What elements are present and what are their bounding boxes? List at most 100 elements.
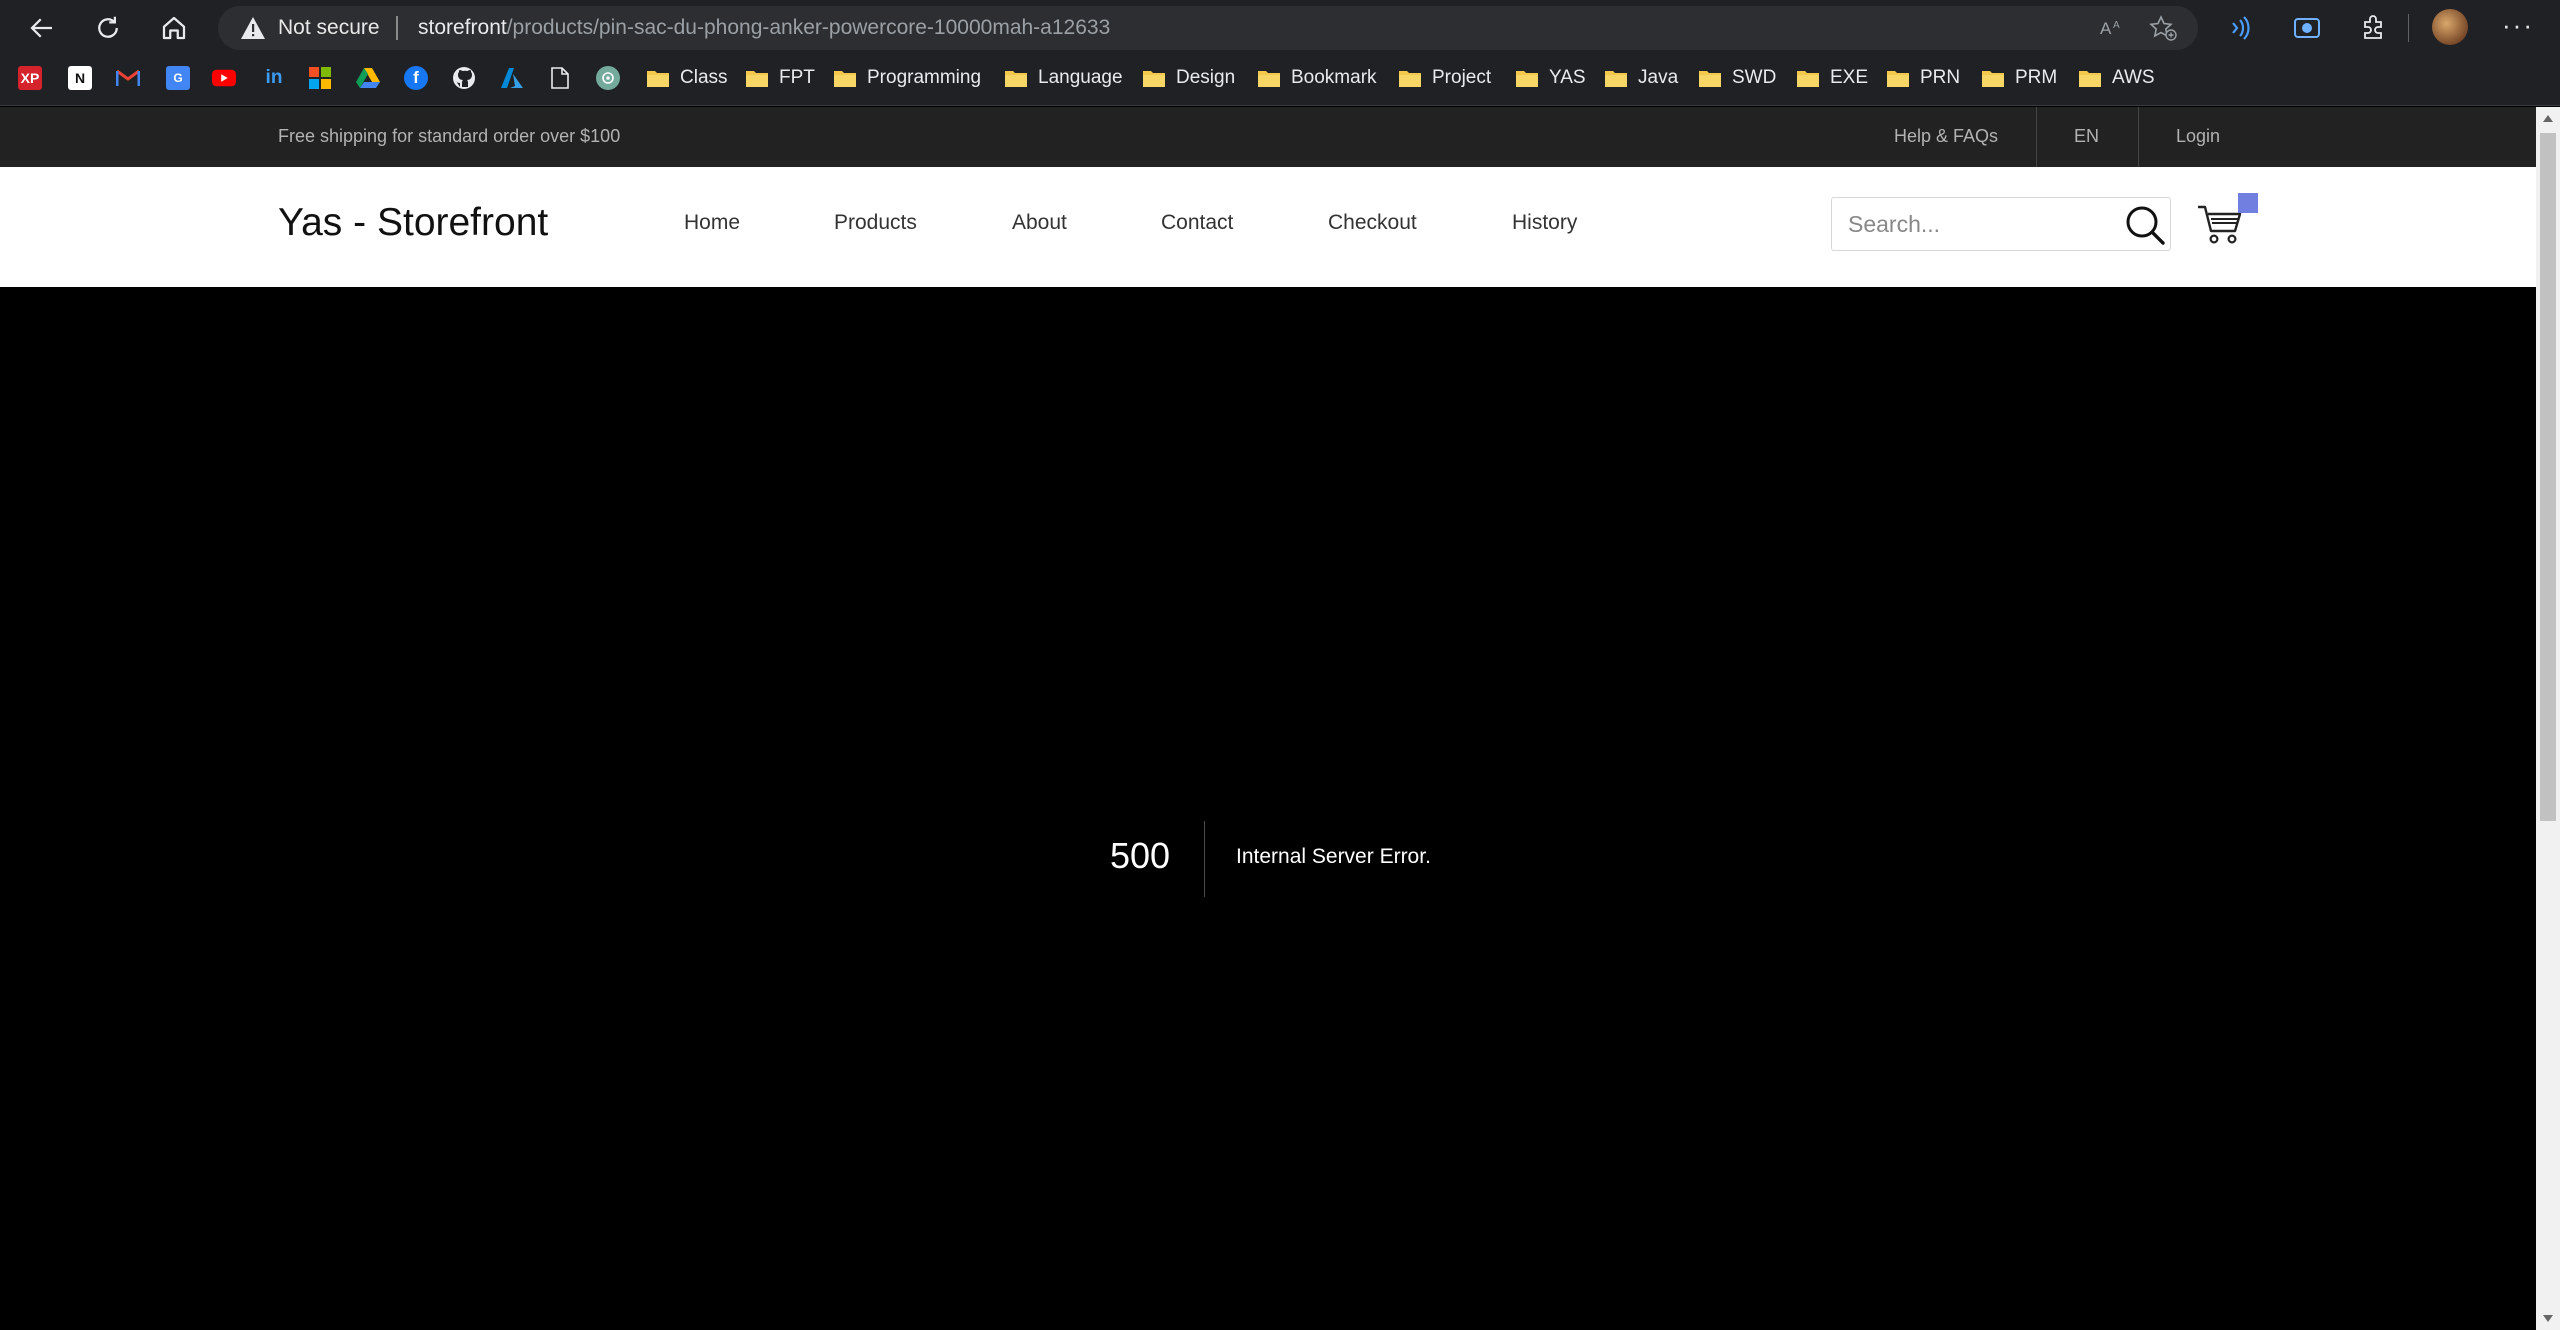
nav-home[interactable]: Home bbox=[684, 211, 740, 235]
arrow-left-icon bbox=[30, 18, 52, 38]
bookmark-folder-label: SWD bbox=[1732, 67, 1777, 88]
folder-icon bbox=[1143, 71, 1165, 87]
security-label[interactable]: Not secure bbox=[278, 16, 380, 40]
xp-icon[interactable]: XP bbox=[18, 66, 42, 90]
browser-chrome: Not secure storefront/products/pin-sac-d… bbox=[0, 0, 2560, 106]
folder-icon bbox=[1605, 71, 1627, 87]
read-aloud-icon[interactable]: AA bbox=[2098, 14, 2128, 42]
home-icon bbox=[162, 16, 186, 40]
nav-about[interactable]: About bbox=[1012, 211, 1067, 235]
error-page: 500 Internal Server Error. bbox=[0, 287, 2536, 1330]
error-code: 500 bbox=[1110, 835, 1171, 876]
folder-icon bbox=[1258, 71, 1280, 87]
search-icon[interactable] bbox=[2124, 204, 2166, 246]
nav-products[interactable]: Products bbox=[834, 211, 917, 235]
bookmark-folder-label: FPT bbox=[779, 67, 815, 88]
login-link[interactable]: Login bbox=[2176, 126, 2220, 147]
scrollbar-thumb[interactable] bbox=[2540, 133, 2556, 821]
bookmark-folder[interactable]: YAS bbox=[1515, 64, 1586, 92]
bookmark-folder-label: Language bbox=[1038, 67, 1123, 88]
folder-icon bbox=[2079, 71, 2101, 87]
bookmark-folder[interactable]: Programming bbox=[833, 64, 981, 92]
microsoft-icon[interactable] bbox=[308, 66, 332, 90]
site-header: Yas - Storefront Home Products About Con… bbox=[0, 167, 2536, 287]
error-message: Internal Server Error. bbox=[1236, 845, 1431, 868]
google-translate-icon[interactable]: G bbox=[166, 66, 190, 90]
search-input[interactable] bbox=[1832, 198, 2102, 250]
bookmark-folder-label: EXE bbox=[1830, 67, 1869, 88]
bookmark-folder[interactable]: PRN bbox=[1886, 64, 1960, 92]
youtube-icon[interactable] bbox=[212, 66, 236, 90]
topbar-divider bbox=[2138, 107, 2139, 167]
browser-toolbar: Not secure storefront/products/pin-sac-d… bbox=[0, 0, 2560, 57]
folder-icon bbox=[1982, 71, 2004, 87]
folder-icon bbox=[834, 71, 856, 87]
address-divider bbox=[396, 16, 398, 40]
screen-capture-icon[interactable] bbox=[2290, 11, 2324, 45]
bookmark-folder[interactable]: PRM bbox=[1981, 64, 2057, 92]
search-box bbox=[1831, 197, 2171, 251]
bookmark-folder[interactable]: Design bbox=[1142, 64, 1235, 92]
bookmark-folder-label: Programming bbox=[867, 67, 982, 88]
bookmark-folder[interactable]: AWS bbox=[2078, 64, 2155, 92]
address-bar[interactable]: Not secure storefront/products/pin-sac-d… bbox=[218, 6, 2198, 50]
azure-icon[interactable] bbox=[500, 66, 524, 90]
error-divider bbox=[1204, 821, 1205, 897]
media-icon[interactable] bbox=[2222, 11, 2256, 45]
top-info-bar: Free shipping for standard order over $1… bbox=[0, 107, 2536, 167]
profile-avatar[interactable] bbox=[2432, 9, 2468, 45]
gmail-icon[interactable] bbox=[116, 66, 140, 90]
favorite-star-icon[interactable] bbox=[2148, 14, 2178, 42]
folder-icon bbox=[1887, 71, 1909, 87]
google-drive-icon[interactable] bbox=[356, 66, 380, 90]
back-button[interactable] bbox=[20, 8, 64, 48]
nav-history[interactable]: History bbox=[1512, 211, 1577, 235]
bookmark-folder[interactable]: Java bbox=[1604, 64, 1678, 92]
bookmark-folder[interactable]: Class bbox=[646, 64, 728, 92]
nav-checkout[interactable]: Checkout bbox=[1328, 211, 1417, 235]
bookmark-folder[interactable]: EXE bbox=[1796, 64, 1868, 92]
notion-icon[interactable]: N bbox=[68, 66, 92, 90]
scroll-up-arrow[interactable] bbox=[2543, 115, 2553, 122]
facebook-icon[interactable]: f bbox=[404, 66, 428, 90]
home-button[interactable] bbox=[152, 8, 196, 48]
bookmark-folder-label: PRM bbox=[2015, 67, 2058, 88]
folder-icon bbox=[1399, 71, 1421, 87]
bookmark-folder[interactable]: FPT bbox=[745, 64, 815, 92]
bookmark-folder-label: Project bbox=[1432, 67, 1492, 88]
bookmark-folder-label: Bookmark bbox=[1291, 67, 1377, 88]
folder-icon bbox=[1699, 71, 1721, 87]
bookmark-folder-label: Class bbox=[680, 67, 728, 88]
shipping-notice: Free shipping for standard order over $1… bbox=[278, 126, 621, 146]
chatgpt-icon[interactable] bbox=[596, 66, 620, 90]
cart-badge bbox=[2238, 193, 2258, 213]
nav-contact[interactable]: Contact bbox=[1161, 211, 1233, 235]
site-logo[interactable]: Yas - Storefront bbox=[278, 201, 548, 245]
language-selector[interactable]: EN bbox=[2074, 126, 2099, 147]
refresh-button[interactable] bbox=[86, 8, 130, 48]
extensions-icon[interactable] bbox=[2356, 11, 2390, 45]
more-menu-icon[interactable]: ··· bbox=[2502, 10, 2534, 41]
bookmark-folder[interactable]: Project bbox=[1398, 64, 1491, 92]
scroll-down-arrow[interactable] bbox=[2543, 1315, 2553, 1322]
svg-text:A: A bbox=[2100, 19, 2112, 38]
bookmark-folder[interactable]: SWD bbox=[1698, 64, 1776, 92]
url-text[interactable]: storefront/products/pin-sac-du-phong-ank… bbox=[418, 16, 1110, 40]
folder-icon bbox=[746, 71, 768, 87]
github-icon[interactable] bbox=[452, 66, 476, 90]
toolbar-divider bbox=[2408, 14, 2409, 42]
folder-icon bbox=[1005, 71, 1027, 87]
bookmark-folder-label: AWS bbox=[2112, 67, 2155, 88]
bookmark-folder-label: Java bbox=[1638, 67, 1679, 88]
bookmark-folder[interactable]: Bookmark bbox=[1257, 64, 1377, 92]
page-scrollbar[interactable] bbox=[2536, 107, 2560, 1330]
bookmark-folder[interactable]: Language bbox=[1004, 64, 1123, 92]
document-icon[interactable] bbox=[548, 66, 572, 90]
linkedin-icon[interactable]: in bbox=[262, 66, 286, 90]
folder-icon bbox=[1797, 71, 1819, 87]
bookmarks-bar: XP N G in f Class FPT Programming Language D… bbox=[0, 60, 2560, 94]
warning-icon bbox=[241, 17, 265, 39]
help-faqs-link[interactable]: Help & FAQs bbox=[1894, 126, 1998, 147]
folder-icon bbox=[1516, 71, 1538, 87]
cart-icon[interactable] bbox=[2196, 201, 2244, 247]
